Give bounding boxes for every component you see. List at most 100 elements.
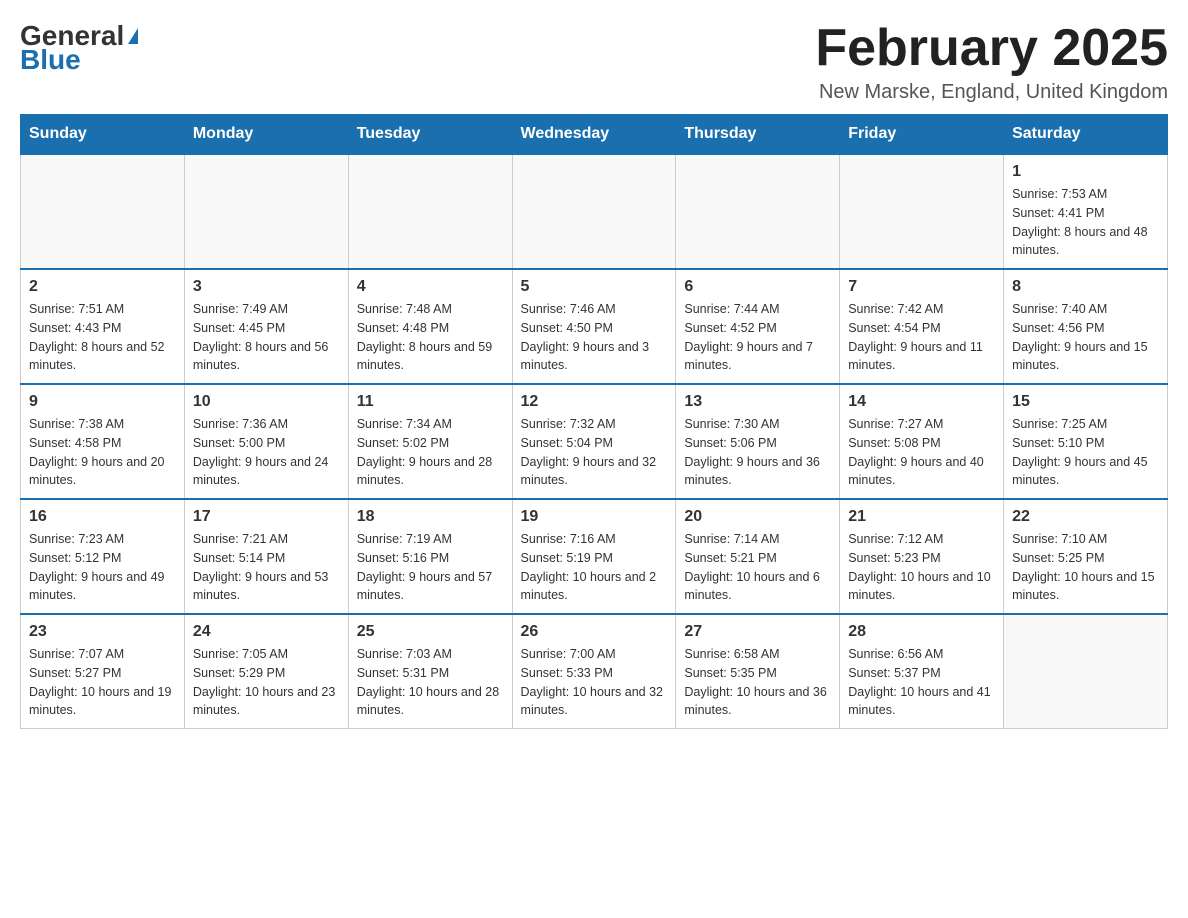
day-info: Sunrise: 7:21 AMSunset: 5:14 PMDaylight:… (193, 530, 340, 605)
calendar-cell (512, 154, 676, 269)
calendar-cell (184, 154, 348, 269)
logo-blue-text: Blue (20, 44, 81, 76)
weekday-header-thursday: Thursday (676, 115, 840, 155)
day-number: 5 (521, 278, 668, 296)
day-number: 19 (521, 508, 668, 526)
weekday-header-monday: Monday (184, 115, 348, 155)
day-number: 2 (29, 278, 176, 296)
day-number: 28 (848, 623, 995, 641)
day-number: 11 (357, 393, 504, 411)
calendar-cell: 5 Sunrise: 7:46 AMSunset: 4:50 PMDaylight… (512, 269, 676, 384)
day-number: 1 (1012, 163, 1159, 181)
day-info: Sunrise: 7:27 AMSunset: 5:08 PMDaylight:… (848, 415, 995, 490)
calendar-cell: 3 Sunrise: 7:49 AMSunset: 4:45 PMDaylight… (184, 269, 348, 384)
calendar-cell (21, 154, 185, 269)
calendar-cell: 24 Sunrise: 7:05 AMSunset: 5:29 PMDayligh… (184, 614, 348, 729)
calendar-cell: 23 Sunrise: 7:07 AMSunset: 5:27 PMDayligh… (21, 614, 185, 729)
calendar-cell: 12 Sunrise: 7:32 AMSunset: 5:04 PMDayligh… (512, 384, 676, 499)
week-row-2: 2 Sunrise: 7:51 AMSunset: 4:43 PMDaylight… (21, 269, 1168, 384)
day-info: Sunrise: 7:44 AMSunset: 4:52 PMDaylight:… (684, 300, 831, 375)
day-info: Sunrise: 6:58 AMSunset: 5:35 PMDaylight:… (684, 645, 831, 720)
day-info: Sunrise: 7:14 AMSunset: 5:21 PMDaylight:… (684, 530, 831, 605)
day-number: 10 (193, 393, 340, 411)
calendar-cell: 9Sunrise: 7:38 AMSunset: 4:58 PMDaylight… (21, 384, 185, 499)
week-row-5: 23 Sunrise: 7:07 AMSunset: 5:27 PMDayligh… (21, 614, 1168, 729)
day-info: Sunrise: 7:34 AMSunset: 5:02 PMDaylight:… (357, 415, 504, 490)
weekday-header-row: SundayMondayTuesdayWednesdayThursdayFrid… (21, 115, 1168, 155)
day-number: 7 (848, 278, 995, 296)
day-number: 21 (848, 508, 995, 526)
day-number: 22 (1012, 508, 1159, 526)
day-number: 4 (357, 278, 504, 296)
calendar-cell: 7 Sunrise: 7:42 AMSunset: 4:54 PMDaylight… (840, 269, 1004, 384)
calendar-cell: 14Sunrise: 7:27 AMSunset: 5:08 PMDayligh… (840, 384, 1004, 499)
day-number: 20 (684, 508, 831, 526)
day-info: Sunrise: 7:36 AMSunset: 5:00 PMDaylight:… (193, 415, 340, 490)
month-title: February 2025 (815, 20, 1168, 77)
day-number: 15 (1012, 393, 1159, 411)
day-info: Sunrise: 7:07 AMSunset: 5:27 PMDaylight:… (29, 645, 176, 720)
location: New Marske, England, United Kingdom (815, 81, 1168, 104)
calendar-cell: 18 Sunrise: 7:19 AMSunset: 5:16 PMDayligh… (348, 499, 512, 614)
day-number: 16 (29, 508, 176, 526)
calendar-cell: 27 Sunrise: 6:58 AMSunset: 5:35 PMDayligh… (676, 614, 840, 729)
calendar-cell (676, 154, 840, 269)
calendar-table: SundayMondayTuesdayWednesdayThursdayFrid… (20, 114, 1168, 729)
calendar-cell: 20 Sunrise: 7:14 AMSunset: 5:21 PMDayligh… (676, 499, 840, 614)
day-info: Sunrise: 6:56 AMSunset: 5:37 PMDaylight:… (848, 645, 995, 720)
calendar-cell: 1 Sunrise: 7:53 AMSunset: 4:41 PMDaylight… (1004, 154, 1168, 269)
day-number: 3 (193, 278, 340, 296)
day-info: Sunrise: 7:48 AMSunset: 4:48 PMDaylight:… (357, 300, 504, 375)
week-row-1: 1 Sunrise: 7:53 AMSunset: 4:41 PMDaylight… (21, 154, 1168, 269)
calendar-cell (1004, 614, 1168, 729)
day-number: 12 (521, 393, 668, 411)
week-row-3: 9Sunrise: 7:38 AMSunset: 4:58 PMDaylight… (21, 384, 1168, 499)
calendar-cell: 16 Sunrise: 7:23 AMSunset: 5:12 PMDayligh… (21, 499, 185, 614)
day-info: Sunrise: 7:38 AMSunset: 4:58 PMDaylight:… (29, 415, 176, 490)
day-info: Sunrise: 7:19 AMSunset: 5:16 PMDaylight:… (357, 530, 504, 605)
logo: General Blue (20, 20, 138, 76)
calendar-cell: 28 Sunrise: 6:56 AMSunset: 5:37 PMDayligh… (840, 614, 1004, 729)
day-info: Sunrise: 7:05 AMSunset: 5:29 PMDaylight:… (193, 645, 340, 720)
day-number: 24 (193, 623, 340, 641)
calendar-cell: 15 Sunrise: 7:25 AMSunset: 5:10 PMDayligh… (1004, 384, 1168, 499)
day-number: 18 (357, 508, 504, 526)
calendar-cell: 8 Sunrise: 7:40 AMSunset: 4:56 PMDaylight… (1004, 269, 1168, 384)
calendar-cell: 2 Sunrise: 7:51 AMSunset: 4:43 PMDaylight… (21, 269, 185, 384)
day-info: Sunrise: 7:30 AMSunset: 5:06 PMDaylight:… (684, 415, 831, 490)
day-info: Sunrise: 7:42 AMSunset: 4:54 PMDaylight:… (848, 300, 995, 375)
day-info: Sunrise: 7:25 AMSunset: 5:10 PMDaylight:… (1012, 415, 1159, 490)
calendar-cell: 19Sunrise: 7:16 AMSunset: 5:19 PMDayligh… (512, 499, 676, 614)
day-info: Sunrise: 7:00 AMSunset: 5:33 PMDaylight:… (521, 645, 668, 720)
day-info: Sunrise: 7:40 AMSunset: 4:56 PMDaylight:… (1012, 300, 1159, 375)
day-number: 13 (684, 393, 831, 411)
day-info: Sunrise: 7:46 AMSunset: 4:50 PMDaylight:… (521, 300, 668, 375)
calendar-cell (348, 154, 512, 269)
title-section: February 2025 New Marske, England, Unite… (815, 20, 1168, 104)
day-info: Sunrise: 7:23 AMSunset: 5:12 PMDaylight:… (29, 530, 176, 605)
calendar-cell (840, 154, 1004, 269)
calendar-cell: 26 Sunrise: 7:00 AMSunset: 5:33 PMDayligh… (512, 614, 676, 729)
weekday-header-friday: Friday (840, 115, 1004, 155)
logo-triangle-icon (128, 28, 138, 44)
day-info: Sunrise: 7:53 AMSunset: 4:41 PMDaylight:… (1012, 185, 1159, 260)
day-info: Sunrise: 7:32 AMSunset: 5:04 PMDaylight:… (521, 415, 668, 490)
calendar-cell: 13 Sunrise: 7:30 AMSunset: 5:06 PMDayligh… (676, 384, 840, 499)
page-header: General Blue February 2025 New Marske, E… (20, 20, 1168, 104)
day-number: 27 (684, 623, 831, 641)
day-info: Sunrise: 7:49 AMSunset: 4:45 PMDaylight:… (193, 300, 340, 375)
calendar-cell: 25Sunrise: 7:03 AMSunset: 5:31 PMDayligh… (348, 614, 512, 729)
calendar-cell: 17Sunrise: 7:21 AMSunset: 5:14 PMDayligh… (184, 499, 348, 614)
day-number: 8 (1012, 278, 1159, 296)
day-info: Sunrise: 7:10 AMSunset: 5:25 PMDaylight:… (1012, 530, 1159, 605)
weekday-header-tuesday: Tuesday (348, 115, 512, 155)
calendar-cell: 11 Sunrise: 7:34 AMSunset: 5:02 PMDayligh… (348, 384, 512, 499)
calendar-cell: 10 Sunrise: 7:36 AMSunset: 5:00 PMDayligh… (184, 384, 348, 499)
day-number: 6 (684, 278, 831, 296)
weekday-header-wednesday: Wednesday (512, 115, 676, 155)
day-number: 26 (521, 623, 668, 641)
day-info: Sunrise: 7:51 AMSunset: 4:43 PMDaylight:… (29, 300, 176, 375)
calendar-cell: 6 Sunrise: 7:44 AMSunset: 4:52 PMDaylight… (676, 269, 840, 384)
day-number: 23 (29, 623, 176, 641)
day-number: 25 (357, 623, 504, 641)
